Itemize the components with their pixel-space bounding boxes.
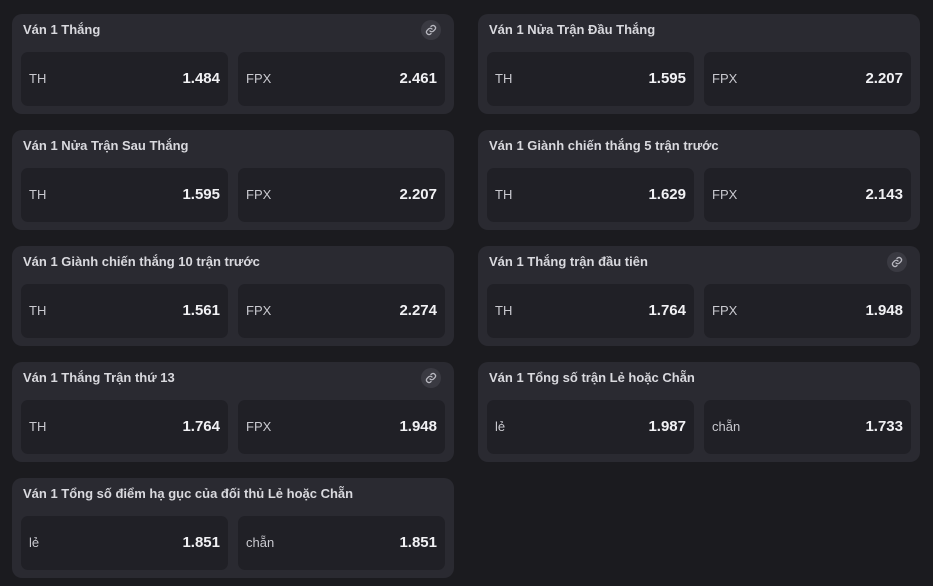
odds-button-option-2[interactable]: FPX 2.143	[704, 168, 911, 222]
option-odds: 1.851	[399, 534, 437, 551]
option-odds: 1.851	[182, 534, 220, 551]
option-label: FPX	[246, 187, 272, 202]
odds-button-option-1[interactable]: TH 1.595	[487, 52, 694, 106]
market-grid: Ván 1 Thắng TH 1.484 FPX 2.461 Ván 1 Nửa…	[0, 0, 933, 586]
option-label: FPX	[712, 303, 738, 318]
option-label: FPX	[246, 71, 272, 86]
odds-button-option-2[interactable]: FPX 1.948	[238, 400, 445, 454]
option-label: FPX	[246, 303, 272, 318]
option-label: TH	[495, 303, 513, 318]
option-label: TH	[495, 71, 513, 86]
odds-button-option-2[interactable]: FPX 2.207	[704, 52, 911, 106]
odds-button-option-1[interactable]: TH 1.764	[487, 284, 694, 338]
market-header: Ván 1 Tổng số điểm hạ gục của đối thủ Lẻ…	[12, 478, 454, 510]
odds-button-option-2[interactable]: chẵn 1.851	[238, 516, 445, 570]
option-label: FPX	[712, 187, 738, 202]
option-odds: 1.595	[648, 70, 686, 87]
option-odds: 1.629	[648, 186, 686, 203]
market-title: Ván 1 Giành chiến thắng 5 trận trước	[489, 138, 719, 153]
link-icon[interactable]	[421, 368, 441, 388]
market-card: Ván 1 Tổng số trận Lẻ hoặc Chẵn lẻ 1.987…	[478, 362, 920, 462]
market-title: Ván 1 Tổng số trận Lẻ hoặc Chẵn	[489, 370, 695, 385]
option-label: lẻ	[495, 419, 506, 434]
market-header: Ván 1 Thắng Trận thứ 13	[12, 362, 454, 394]
option-label: chẵn	[246, 535, 275, 550]
option-odds: 1.595	[182, 186, 220, 203]
market-card: Ván 1 Thắng Trận thứ 13 TH 1.764 FPX 1.9…	[12, 362, 454, 462]
market-header: Ván 1 Thắng	[12, 14, 454, 46]
market-header: Ván 1 Giành chiến thắng 10 trận trước	[12, 246, 454, 278]
market-card: Ván 1 Nửa Trận Đầu Thắng TH 1.595 FPX 2.…	[478, 14, 920, 114]
option-odds: 1.987	[648, 418, 686, 435]
option-odds: 1.484	[182, 70, 220, 87]
market-card: Ván 1 Giành chiến thắng 5 trận trước TH …	[478, 130, 920, 230]
market-card: Ván 1 Giành chiến thắng 10 trận trước TH…	[12, 246, 454, 346]
market-header: Ván 1 Tổng số trận Lẻ hoặc Chẵn	[478, 362, 920, 394]
odds-button-option-1[interactable]: lẻ 1.851	[21, 516, 228, 570]
market-title: Ván 1 Thắng	[23, 22, 101, 37]
odds-button-option-1[interactable]: TH 1.561	[21, 284, 228, 338]
market-title: Ván 1 Nửa Trận Đầu Thắng	[489, 22, 656, 37]
market-header: Ván 1 Nửa Trận Đầu Thắng	[478, 14, 920, 46]
option-label: TH	[29, 419, 47, 434]
option-odds: 1.733	[865, 418, 903, 435]
market-card: Ván 1 Thắng trận đầu tiên TH 1.764 FPX 1…	[478, 246, 920, 346]
odds-button-option-1[interactable]: TH 1.484	[21, 52, 228, 106]
option-label: TH	[29, 187, 47, 202]
market-header: Ván 1 Giành chiến thắng 5 trận trước	[478, 130, 920, 162]
option-odds: 1.561	[182, 302, 220, 319]
odds-button-option-2[interactable]: FPX 2.207	[238, 168, 445, 222]
option-label: chẵn	[712, 419, 741, 434]
market-card: Ván 1 Tổng số điểm hạ gục của đối thủ Lẻ…	[12, 478, 454, 578]
odds-button-option-1[interactable]: lẻ 1.987	[487, 400, 694, 454]
market-header: Ván 1 Nửa Trận Sau Thắng	[12, 130, 454, 162]
option-odds: 2.207	[399, 186, 437, 203]
option-odds: 1.948	[865, 302, 903, 319]
market-title: Ván 1 Giành chiến thắng 10 trận trước	[23, 254, 260, 269]
odds-button-option-2[interactable]: chẵn 1.733	[704, 400, 911, 454]
odds-button-option-1[interactable]: TH 1.595	[21, 168, 228, 222]
option-label: lẻ	[29, 535, 40, 550]
link-icon[interactable]	[421, 20, 441, 40]
option-odds: 1.948	[399, 418, 437, 435]
market-card: Ván 1 Thắng TH 1.484 FPX 2.461	[12, 14, 454, 114]
odds-button-option-2[interactable]: FPX 1.948	[704, 284, 911, 338]
option-odds: 1.764	[648, 302, 686, 319]
link-icon[interactable]	[887, 252, 907, 272]
option-odds: 2.274	[399, 302, 437, 319]
option-odds: 2.207	[865, 70, 903, 87]
market-title: Ván 1 Nửa Trận Sau Thắng	[23, 138, 189, 153]
odds-button-option-2[interactable]: FPX 2.274	[238, 284, 445, 338]
option-label: FPX	[712, 71, 738, 86]
option-label: TH	[495, 187, 513, 202]
market-card: Ván 1 Nửa Trận Sau Thắng TH 1.595 FPX 2.…	[12, 130, 454, 230]
option-label: TH	[29, 71, 47, 86]
market-title: Ván 1 Thắng Trận thứ 13	[23, 370, 175, 385]
option-label: TH	[29, 303, 47, 318]
market-title: Ván 1 Thắng trận đầu tiên	[489, 254, 648, 269]
odds-button-option-1[interactable]: TH 1.629	[487, 168, 694, 222]
market-title: Ván 1 Tổng số điểm hạ gục của đối thủ Lẻ…	[23, 486, 354, 501]
option-label: FPX	[246, 419, 272, 434]
option-odds: 2.143	[865, 186, 903, 203]
odds-button-option-2[interactable]: FPX 2.461	[238, 52, 445, 106]
option-odds: 1.764	[182, 418, 220, 435]
market-header: Ván 1 Thắng trận đầu tiên	[478, 246, 920, 278]
option-odds: 2.461	[399, 70, 437, 87]
odds-button-option-1[interactable]: TH 1.764	[21, 400, 228, 454]
